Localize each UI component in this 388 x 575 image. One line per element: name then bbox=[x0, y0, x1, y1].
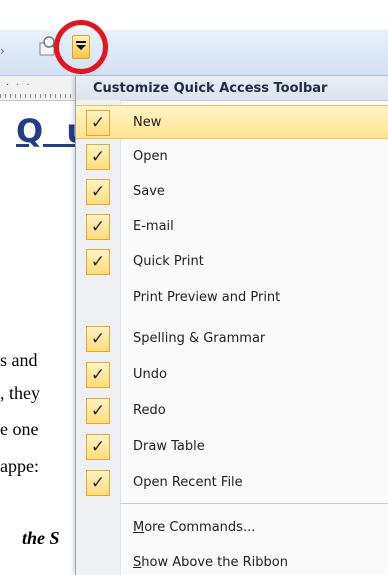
checkmark-icon: ✓ bbox=[86, 144, 110, 170]
ruler-ticks bbox=[0, 94, 78, 98]
menu-item-label: Undo bbox=[133, 367, 167, 382]
menu-item-more-commands[interactable]: More Commands... bbox=[76, 511, 388, 545]
menu-item-open-recent-file[interactable]: ✓ Open Recent File bbox=[76, 466, 388, 500]
menu-item-new[interactable]: ✓ New bbox=[76, 105, 388, 139]
menu-item-redo[interactable]: ✓ Redo bbox=[76, 394, 388, 428]
menu-item-save[interactable]: ✓ Save bbox=[76, 175, 388, 209]
menu-item-quick-print[interactable]: ✓ Quick Print bbox=[76, 245, 388, 279]
menu-item-label: Quick Print bbox=[133, 254, 204, 269]
menu-item-label: Save bbox=[133, 184, 165, 199]
ruler: ··· bbox=[0, 76, 80, 101]
checkmark-icon: ✓ bbox=[86, 362, 110, 388]
menu-separator bbox=[120, 503, 388, 504]
toolbar-arrow-icon: › bbox=[0, 44, 5, 58]
checkmark-icon: ✓ bbox=[86, 249, 110, 275]
document-text-line: appe: bbox=[0, 456, 39, 476]
menu-item-show-above-ribbon[interactable]: Show Above the Ribbon bbox=[76, 546, 388, 575]
menu-item-spelling-grammar[interactable]: ✓ Spelling & Grammar bbox=[76, 322, 388, 356]
checkmark-icon: ✓ bbox=[86, 470, 110, 496]
menu-item-label: New bbox=[133, 115, 162, 130]
menu-item-label: More Commands... bbox=[133, 520, 256, 535]
ruler-dots: ··· bbox=[6, 80, 37, 91]
menu-item-label: Print Preview and Print bbox=[133, 290, 281, 305]
menu-header: Customize Quick Access Toolbar bbox=[76, 76, 388, 101]
menu-item-draw-table[interactable]: ✓ Draw Table bbox=[76, 430, 388, 464]
menu-item-label: Open Recent File bbox=[133, 475, 243, 490]
document-area bbox=[0, 101, 80, 575]
document-text-line: e one bbox=[0, 419, 39, 439]
checkmark-icon: ✓ bbox=[86, 179, 110, 205]
menu-item-label: Redo bbox=[133, 403, 166, 418]
document-text-line: , they bbox=[0, 383, 40, 403]
menu-item-label: Show Above the Ribbon bbox=[133, 555, 288, 570]
menu-item-open[interactable]: ✓ Open bbox=[76, 140, 388, 174]
menu-item-label: Open bbox=[133, 149, 168, 164]
menu-item-undo[interactable]: ✓ Undo bbox=[76, 358, 388, 392]
menu-item-print-preview[interactable]: Print Preview and Print bbox=[76, 281, 388, 315]
menu-title: Customize Quick Access Toolbar bbox=[93, 81, 328, 96]
document-text-line: s and bbox=[0, 350, 38, 370]
menu-item-label: Spelling & Grammar bbox=[133, 331, 266, 346]
checkmark-icon: ✓ bbox=[86, 398, 110, 424]
checkmark-icon: ✓ bbox=[86, 434, 110, 460]
menu-item-label: E-mail bbox=[133, 219, 174, 234]
checkmark-icon: ✓ bbox=[86, 214, 110, 240]
menu-item-email[interactable]: ✓ E-mail bbox=[76, 210, 388, 244]
highlight-circle bbox=[54, 20, 108, 74]
menu-item-label: Draw Table bbox=[133, 439, 205, 454]
customize-toolbar-menu: Customize Quick Access Toolbar ✓ New ✓ O… bbox=[75, 76, 388, 575]
checkmark-icon: ✓ bbox=[86, 110, 110, 136]
checkmark-icon: ✓ bbox=[86, 326, 110, 352]
document-italic-text: the S bbox=[22, 528, 60, 548]
